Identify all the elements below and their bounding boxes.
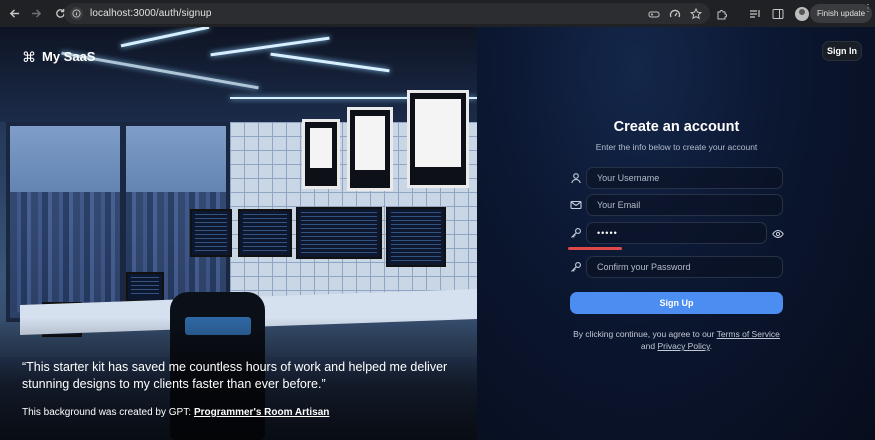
back-arrow-icon[interactable] (4, 4, 24, 24)
bookmark-star-icon[interactable] (690, 7, 702, 20)
credit-text: This background was created by GPT: (22, 407, 191, 418)
forward-arrow-icon[interactable] (26, 4, 46, 24)
eye-icon[interactable] (772, 227, 784, 239)
wall-poster (407, 90, 469, 188)
brand-name: My SaaS (42, 49, 96, 64)
key-icon (569, 260, 583, 274)
brand-logo[interactable]: ⌘ My SaaS (22, 49, 95, 64)
testimonial-quote: “This starter kit has saved me countless… (22, 360, 448, 391)
site-info-icon[interactable] (70, 7, 83, 20)
confirm-password-input[interactable] (597, 262, 782, 272)
url-text[interactable]: localhost:3000/auth/signup (90, 8, 212, 19)
sign-up-button[interactable]: Sign Up (570, 292, 783, 314)
credit-link[interactable]: Programmer's Room Artisan (194, 407, 329, 418)
email-input[interactable] (597, 200, 782, 210)
username-field[interactable] (586, 167, 783, 189)
wall-poster (302, 119, 340, 189)
performance-icon[interactable] (669, 8, 681, 20)
media-controls-icon[interactable] (749, 8, 761, 20)
password-strength-bar (568, 247, 622, 250)
confirm-password-field[interactable] (586, 256, 783, 278)
password-field[interactable]: ••••• (586, 222, 767, 244)
terms-notice: By clicking continue, you agree to our T… (573, 329, 780, 351)
page-subtitle: Enter the info below to create your acco… (595, 142, 758, 152)
privacy-policy-link[interactable]: Privacy Policy (657, 341, 709, 351)
password-key-icon[interactable] (648, 8, 660, 20)
browser-toolbar: localhost:3000/auth/signup Finish update… (0, 0, 875, 27)
password-input[interactable]: ••••• (597, 228, 618, 238)
key-icon (569, 226, 583, 240)
username-input[interactable] (597, 173, 782, 183)
browser-menu-icon[interactable]: ⋮ (863, 4, 873, 14)
user-icon (569, 171, 583, 185)
mail-icon (569, 198, 583, 212)
sign-in-button[interactable]: Sign In (822, 41, 862, 61)
command-icon: ⌘ (22, 48, 36, 65)
terms-of-service-link[interactable]: Terms of Service (717, 329, 780, 339)
profile-avatar[interactable] (795, 6, 809, 21)
address-bar[interactable]: localhost:3000/auth/signup (64, 3, 710, 24)
side-panel-icon[interactable] (772, 8, 784, 20)
background-credit: This background was created by GPT: Prog… (22, 407, 329, 418)
wall-poster (347, 107, 393, 191)
email-field[interactable] (586, 194, 783, 216)
extensions-icon[interactable] (716, 8, 728, 20)
page-title: Create an account (613, 119, 740, 135)
